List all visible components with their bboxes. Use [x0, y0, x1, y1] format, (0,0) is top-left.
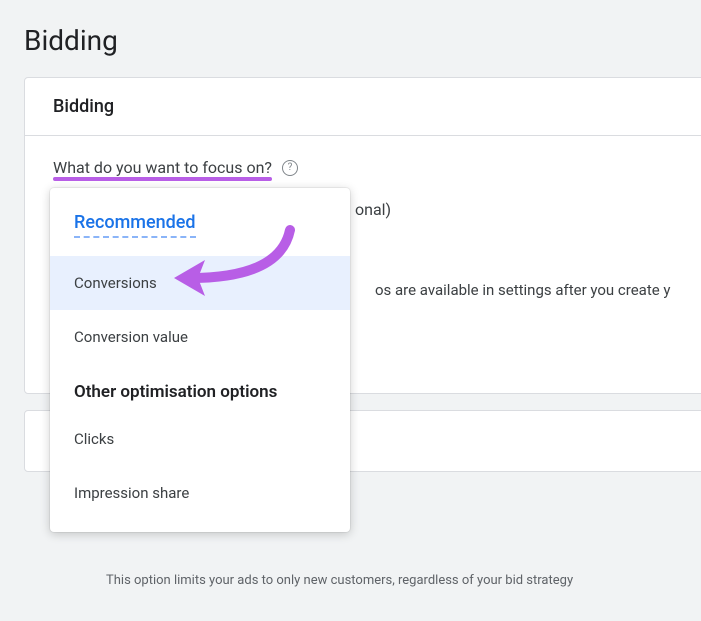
focus-question-text: What do you want to focus on?: [53, 158, 272, 177]
dropdown-option-impression-share[interactable]: Impression share: [50, 466, 350, 520]
focus-question-label: What do you want to focus on?: [53, 158, 272, 177]
dropdown-recommended-label: Recommended: [74, 212, 196, 238]
annotation-underline: [53, 177, 272, 181]
footnote-text: This option limits your ads to only new …: [106, 573, 573, 588]
card-header: Bidding: [25, 78, 701, 136]
dropdown-option-clicks[interactable]: Clicks: [50, 412, 350, 466]
obscured-text-settings: os are available in settings after you c…: [375, 281, 671, 299]
focus-question-row: What do you want to focus on? ?: [53, 158, 695, 177]
page-title: Bidding: [0, 0, 701, 77]
dropdown-other-label: Other optimisation options: [50, 364, 350, 412]
dropdown-option-conversion-value[interactable]: Conversion value: [50, 310, 350, 364]
focus-dropdown[interactable]: Recommended Conversions Conversion value…: [50, 188, 350, 532]
obscured-text-optional: onal): [355, 200, 391, 219]
help-icon[interactable]: ?: [282, 160, 298, 176]
dropdown-recommended-section: Recommended: [50, 188, 350, 246]
dropdown-option-conversions[interactable]: Conversions: [50, 256, 350, 310]
